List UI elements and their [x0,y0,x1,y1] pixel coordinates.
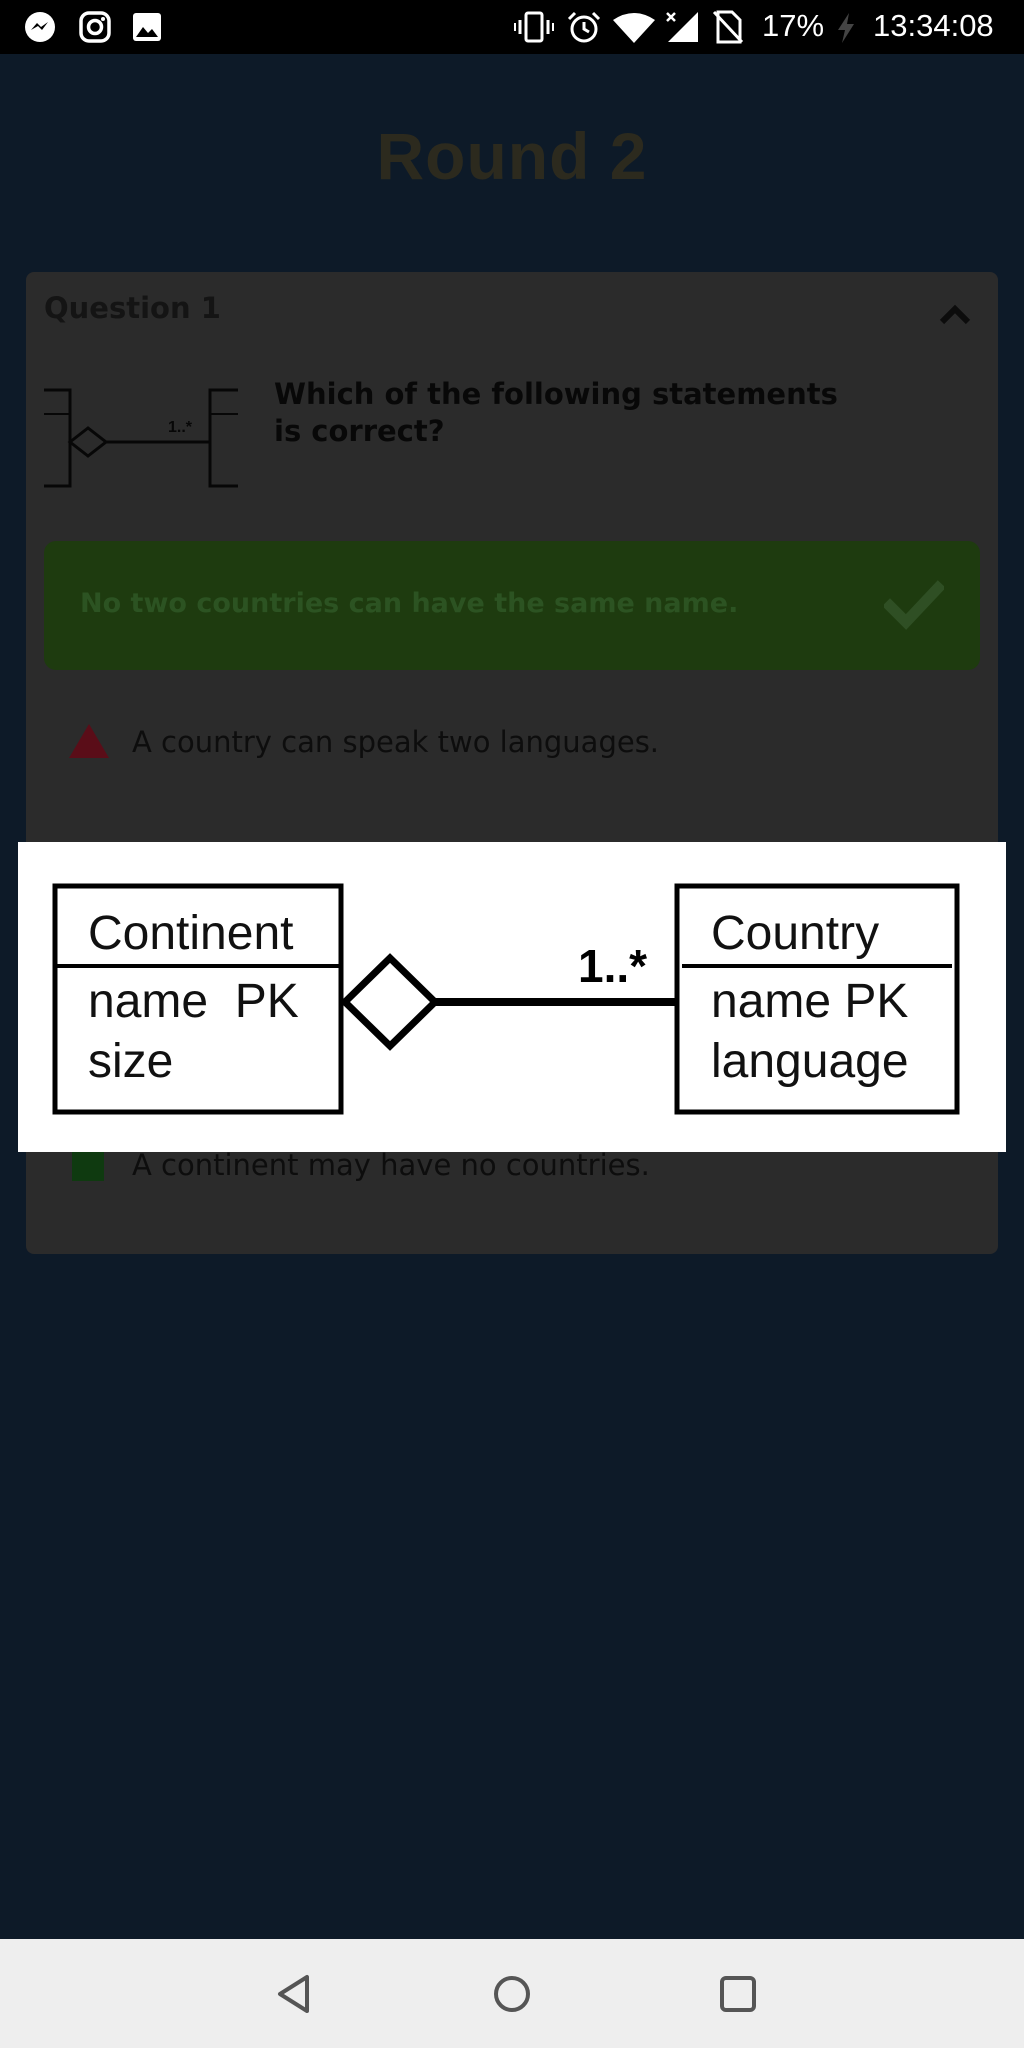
home-icon[interactable] [491,1973,533,2015]
triangle-icon [69,724,109,758]
square-icon [72,1149,104,1181]
alarm-icon [567,11,601,43]
recents-icon[interactable] [718,1974,758,2014]
signal-icon [666,12,698,42]
chevron-up-icon[interactable] [938,302,972,326]
navigation-bar [0,1939,1024,2048]
right-entity-attr-2: language [711,1035,909,1088]
uml-diagram: Continent name PK size 1..* Country name… [52,883,960,1115]
status-bar: 17% 13:34:08 [0,0,1024,54]
no-sim-icon [712,10,744,44]
left-entity-attr-1: name PK [88,975,299,1028]
left-entity-name: Continent [88,907,293,960]
right-entity-name: Country [711,907,879,960]
aggregation-diamond [339,953,441,1051]
back-icon[interactable] [274,1973,314,2015]
clock: 13:34:08 [873,8,994,43]
option-wrong-label[interactable]: A country can speak two languages. [132,725,659,759]
thumbnail-multiplicity: 1..* [168,419,193,436]
wifi-icon [613,13,655,43]
left-entity-attr-2: size [88,1035,173,1088]
instagram-icon [79,11,111,43]
diagram-thumbnail[interactable]: 1..* [40,388,240,490]
battery-percent: 17% [762,8,825,43]
question-text: Which of the following statements is cor… [274,377,838,448]
question-label: Question 1 [44,291,221,325]
round-title: Round 2 [376,119,648,193]
diagram-overlay[interactable]: Continent name PK size 1..* Country name… [18,842,1006,1152]
messenger-icon [25,12,55,42]
gallery-icon [133,13,161,41]
checkmark-icon [884,580,944,630]
multiplicity-label: 1..* [578,940,647,992]
option-other-label[interactable]: A continent may have no countries. [132,1148,650,1182]
right-entity-attr-1: name PK [711,975,908,1028]
vibrate-icon [514,11,554,43]
option-correct-label: No two countries can have the same name. [80,588,739,619]
charging-icon [838,13,854,43]
